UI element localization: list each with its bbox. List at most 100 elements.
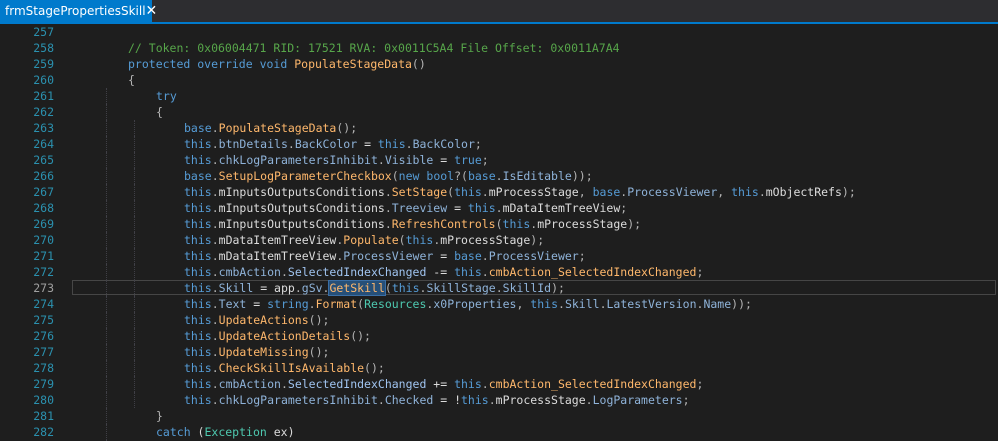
code-token: LogParameters xyxy=(592,393,683,407)
code-token: app xyxy=(274,281,295,295)
code-token: this xyxy=(184,249,212,263)
code-token: this xyxy=(184,281,212,295)
line-number: 278 xyxy=(33,361,54,375)
code-token: mInputsOutputsConditions xyxy=(218,185,385,199)
code-text: this.mInputsOutputsConditions.SetStage(t… xyxy=(184,184,856,200)
code-token: this xyxy=(184,313,212,327)
code-token: = xyxy=(246,297,268,311)
code-line[interactable]: 257 xyxy=(0,24,998,40)
code-token: mProcessStage xyxy=(537,217,628,231)
code-text: { xyxy=(128,72,135,88)
code-token: base xyxy=(454,249,482,263)
code-token: SkillId xyxy=(502,281,552,295)
code-token: PopulateStageData xyxy=(218,121,337,135)
indent-guide xyxy=(134,216,135,232)
code-text: protected override void PopulateStageDat… xyxy=(128,56,426,72)
code-line[interactable]: 278 this.CheckSkillIsAvailable(); xyxy=(0,360,998,376)
code-token: ; xyxy=(578,249,586,263)
code-token: mDataItemTreeView xyxy=(218,249,337,263)
code-token: . xyxy=(405,137,413,151)
code-token: . xyxy=(211,249,219,263)
code-token: cmbAction_SelectedIndexChanged xyxy=(488,377,697,391)
code-token: ; xyxy=(620,201,628,215)
code-line[interactable]: 272 this.cmbAction.SelectedIndexChanged -… xyxy=(0,264,998,280)
code-token: . xyxy=(488,393,496,407)
code-token: gSv xyxy=(301,281,323,295)
indent-guide xyxy=(106,328,107,344)
code-token: this xyxy=(391,281,420,295)
code-line[interactable]: 276 this.UpdateActionDetails(); xyxy=(0,328,998,344)
code-text: } xyxy=(156,408,163,424)
code-line[interactable]: 262 { xyxy=(0,104,998,120)
code-text: // Token: 0x06004471 RID: 17521 RVA: 0x0… xyxy=(128,40,620,56)
code-token: ( xyxy=(391,169,399,183)
code-token: () xyxy=(411,57,426,71)
code-line[interactable]: 260 { xyxy=(0,72,998,88)
close-icon[interactable]: ✕ xyxy=(146,3,158,19)
code-token: SkillStage xyxy=(426,281,496,295)
code-token: = xyxy=(433,153,455,167)
code-line[interactable]: 263 base.PopulateStageData(); xyxy=(0,120,998,136)
code-token: Skill xyxy=(564,297,600,311)
code-line[interactable]: 270 this.mDataItemTreeView.Populate(this.… xyxy=(0,232,998,248)
code-line[interactable]: 280 this.chkLogParametersInhibit.Checked … xyxy=(0,392,998,408)
code-editor[interactable]: 257 258 // Token: 0x06004471 RID: 17521 RV… xyxy=(0,24,998,441)
code-line[interactable]: 264 this.btnDetails.BackColor = this.Back… xyxy=(0,136,998,152)
code-token: SetupLogParameterCheckbox xyxy=(218,169,392,183)
indent-guide xyxy=(134,120,135,136)
code-line[interactable]: 277 this.UpdateMissing(); xyxy=(0,344,998,360)
code-line[interactable]: 261 try xyxy=(0,88,998,104)
tab-frmStagePropertiesSkill[interactable]: frmStagePropertiesSkill ✕ xyxy=(0,0,157,22)
code-text: this.chkLogParametersInhibit.Checked = !… xyxy=(184,392,690,408)
code-token: cmbAction xyxy=(218,377,281,391)
indent-guide xyxy=(134,312,135,328)
code-line[interactable]: 282 catch (Exception ex) xyxy=(0,424,998,440)
code-token: , xyxy=(717,185,732,199)
code-token: this xyxy=(184,377,212,391)
code-token: = xyxy=(447,201,468,215)
code-text: this.mInputsOutputsConditions.RefreshCon… xyxy=(184,216,641,232)
code-text: this.btnDetails.BackColor = this.BackCol… xyxy=(184,136,482,152)
code-text: this.mDataItemTreeView.Populate(this.mPr… xyxy=(184,232,544,248)
code-token: . xyxy=(211,361,219,375)
code-token: ProcessViewer xyxy=(343,249,434,263)
code-token: SetStage xyxy=(391,185,448,199)
code-line[interactable]: 266 base.SetupLogParameterCheckbox(new bo… xyxy=(0,168,998,184)
code-text: try xyxy=(156,88,177,104)
line-number: 265 xyxy=(33,153,54,167)
code-line[interactable]: 281} xyxy=(0,408,998,424)
code-token: ; xyxy=(696,265,704,279)
code-token: ?( xyxy=(454,169,468,183)
code-line[interactable]: 275 this.UpdateActions(); xyxy=(0,312,998,328)
code-token: this xyxy=(454,377,482,391)
code-line[interactable]: 258 // Token: 0x06004471 RID: 17521 RVA: … xyxy=(0,40,998,56)
code-token: . xyxy=(558,297,565,311)
code-line[interactable]: 265 this.chkLogParametersInhibit.Visible … xyxy=(0,152,998,168)
code-line[interactable]: 259 protected override void PopulateStage… xyxy=(0,56,998,72)
code-line[interactable]: 268 this.mInputsOutputsConditions.Treevie… xyxy=(0,200,998,216)
code-token: mDataItemTreeView xyxy=(502,201,621,215)
code-token: ); xyxy=(551,281,565,295)
code-line[interactable]: 269 this.mInputsOutputsConditions.Refresh… xyxy=(0,216,998,232)
code-line[interactable]: 273 this.Skill = app.gSv.GetSkill(this.Sk… xyxy=(0,280,998,296)
indent-guide xyxy=(134,264,135,280)
code-token: bool xyxy=(426,169,455,183)
indent-guide xyxy=(106,344,107,360)
code-token: RefreshControls xyxy=(391,217,496,231)
code-token: { xyxy=(128,73,135,87)
indent-guide xyxy=(106,248,107,264)
code-token: string xyxy=(267,297,309,311)
code-token: btnDetails xyxy=(218,137,288,151)
code-line[interactable]: 271 this.mDataItemTreeView.ProcessViewer … xyxy=(0,248,998,264)
indent-guide xyxy=(106,264,107,280)
code-line[interactable]: 267 this.mInputsOutputsConditions.SetStag… xyxy=(0,184,998,200)
highlighted-identifier: GetSkill xyxy=(328,280,386,296)
code-line[interactable]: 274 this.Text = string.Format(Resources.x… xyxy=(0,296,998,312)
code-token: . xyxy=(495,281,503,295)
code-token: { xyxy=(156,105,163,119)
code-token: (); xyxy=(350,329,371,343)
code-token: . xyxy=(758,185,766,199)
line-number: 281 xyxy=(33,409,54,423)
code-line[interactable]: 279 this.cmbAction.SelectedIndexChanged +… xyxy=(0,376,998,392)
